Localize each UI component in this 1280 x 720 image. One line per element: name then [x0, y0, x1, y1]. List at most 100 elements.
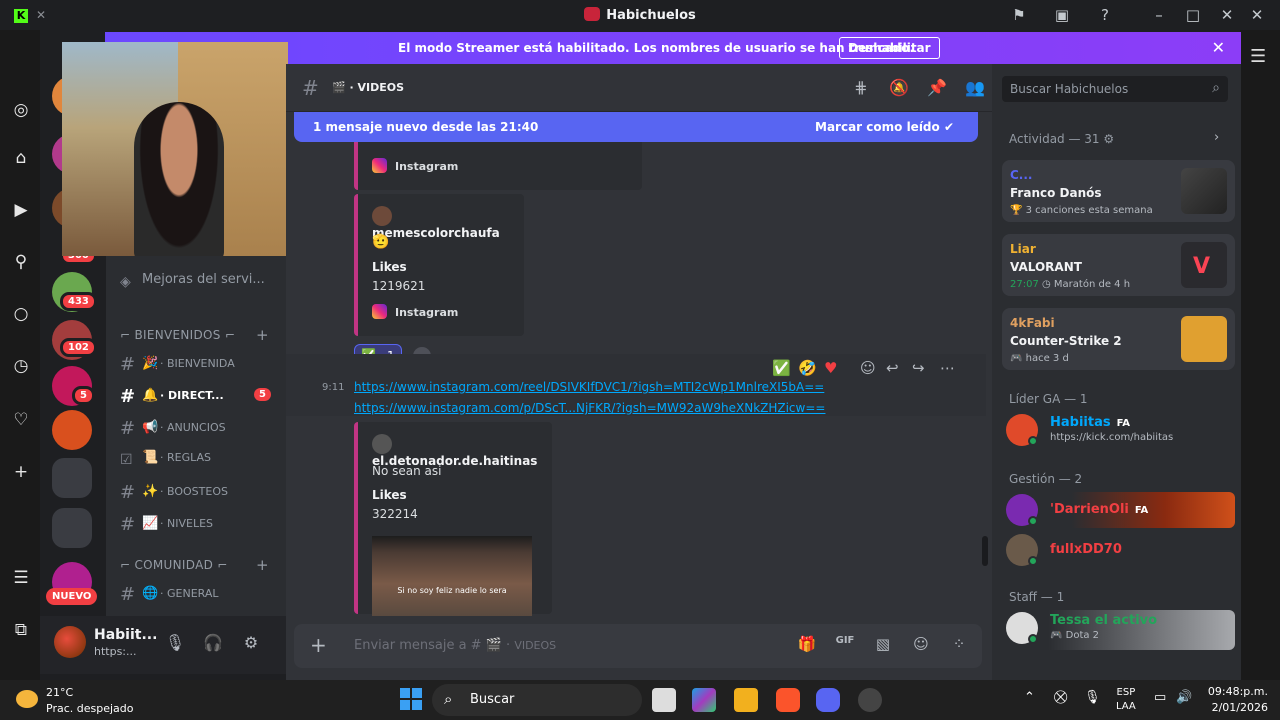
search-input[interactable]: Buscar Habichuelos ⌕	[1002, 76, 1228, 102]
activity-header[interactable]: Actividad — 31 ⚙	[1009, 132, 1114, 146]
server-folder-icon[interactable]	[52, 508, 92, 548]
language-indicator[interactable]: ESP LAA	[1116, 686, 1136, 714]
activity-sub-text: hace 3 d	[1025, 353, 1069, 364]
mark-as-read-button[interactable]: Marcar como leído ✔	[815, 120, 954, 134]
add-channel-icon[interactable]: +	[256, 326, 269, 344]
microphone-icon[interactable]: 🎙	[164, 633, 186, 655]
embed-author[interactable]: memescolorchaufa	[372, 206, 524, 240]
brave-browser-icon[interactable]	[776, 688, 800, 712]
embed-author[interactable]: el.detonador.de.haitinas	[372, 434, 552, 468]
inbox-icon[interactable]: ▣	[1051, 5, 1073, 25]
instagram-icon[interactable]: ◎	[11, 100, 31, 120]
video-thumbnail[interactable]: Si no soy feliz nadie lo sera	[372, 536, 532, 616]
activity-card[interactable]: C... Franco Danós 🏆 3 canciones esta sem…	[1002, 160, 1235, 222]
laugh-reaction-icon[interactable]: 🤣	[798, 359, 817, 377]
members-icon[interactable]: 👥	[964, 78, 986, 100]
search-icon[interactable]: ○	[11, 304, 31, 324]
taskbar-search[interactable]: ⌕ Buscar	[432, 684, 642, 716]
system-clock[interactable]: 09:48:p.m. 2/01/2026	[1208, 684, 1268, 716]
home-icon[interactable]: ⌂	[11, 148, 31, 168]
member-item[interactable]: 'DarrienOli FA	[1002, 492, 1235, 528]
close-icon[interactable]: ✕	[1212, 38, 1225, 57]
apps-icon[interactable]: ⁘	[948, 635, 970, 657]
instagram-icon	[372, 158, 387, 173]
maximize-button[interactable]: □	[1182, 5, 1204, 25]
heart-icon[interactable]: ♡	[11, 410, 31, 430]
activity-card[interactable]: 4kFabi Counter-Strike 2 🎮 hace 3 d	[1002, 308, 1235, 370]
microsoft-365-icon[interactable]	[692, 688, 716, 712]
sticker-icon[interactable]: ▧	[872, 635, 894, 657]
threads-icon[interactable]: ⋕	[850, 78, 872, 100]
history-icon[interactable]: ◷	[11, 356, 31, 376]
server-icon[interactable]	[52, 410, 92, 450]
channel-general[interactable]: # 🌐 · GENERAL	[120, 584, 280, 610]
add-icon[interactable]: +	[11, 462, 31, 482]
flag-icon[interactable]: ⚑	[1008, 5, 1030, 25]
youtube-icon[interactable]: ▶	[11, 200, 31, 220]
headphones-icon[interactable]: 🎧	[202, 633, 224, 655]
add-channel-icon[interactable]: +	[256, 556, 269, 574]
close-button[interactable]: ✕	[1216, 5, 1238, 25]
network-icon[interactable]: ⛒	[1054, 690, 1067, 705]
help-icon[interactable]: ?	[1094, 5, 1116, 25]
discord-icon[interactable]	[816, 688, 840, 712]
server-boost-item[interactable]: ◈ Mejoras del servi...	[120, 272, 280, 298]
channel-niveles[interactable]: # 📈 · NIVELES	[120, 514, 280, 540]
channel-boosteos[interactable]: # ✨ · BOOSTEOS	[120, 482, 280, 508]
heart-reaction-icon[interactable]: ♥	[824, 359, 837, 377]
windows-start-icon[interactable]	[400, 688, 422, 710]
list-icon[interactable]: ☰	[11, 568, 31, 588]
message-link[interactable]: https://www.instagram.com/reel/DSIVKIfDV…	[354, 380, 824, 394]
member-item[interactable]: fullxDD70	[1002, 532, 1235, 568]
new-messages-bar[interactable]: 1 mensaje nuevo desde las 21:40 Marcar c…	[294, 112, 978, 142]
channel-anuncios[interactable]: # 📢 · ANUNCIOS	[120, 418, 280, 444]
avatar[interactable]	[54, 626, 86, 658]
notification-bell-icon[interactable]: 🔕	[888, 78, 910, 100]
message-input[interactable]: Enviar mensaje a # 🎬 · VIDEOS	[354, 638, 556, 653]
display-icon[interactable]: ▭	[1154, 690, 1166, 705]
outer-close-icon[interactable]: ✕	[1246, 5, 1268, 25]
forward-icon[interactable]: ↪	[912, 359, 925, 377]
channel-bienvenida[interactable]: # 🎉 · BIENVENIDA	[120, 354, 280, 380]
member-item[interactable]: Habiitas FA https://kick.com/habiitas	[1002, 412, 1235, 448]
emoji-icon[interactable]: ☺	[910, 635, 932, 657]
channel-emoji: 🎬	[485, 638, 502, 653]
category-comunidad[interactable]: ⌐ COMUNIDAD ⌐ +	[120, 556, 269, 574]
activity-title: Counter-Strike 2	[1010, 334, 1122, 348]
volume-icon[interactable]: 🔊	[1176, 690, 1192, 705]
channel-header: # 🎬 · VIDEOS ⋕ 🔕 📌 👥	[286, 64, 992, 112]
gif-icon[interactable]: GIF	[834, 635, 856, 657]
app-icon[interactable]	[858, 688, 882, 712]
file-explorer-icon[interactable]	[734, 688, 758, 712]
username[interactable]: Habiit...	[94, 627, 157, 643]
category-bienvenidos[interactable]: ⌐ BIENVENIDOS ⌐ +	[120, 326, 269, 344]
chevron-up-icon[interactable]: ⌃	[1024, 690, 1035, 705]
settings-gear-icon[interactable]: ⚙	[240, 633, 262, 655]
pin-icon[interactable]: 📌	[926, 78, 948, 100]
scrollbar[interactable]	[982, 536, 988, 566]
reply-icon[interactable]: ↩	[886, 359, 899, 377]
microphone-icon[interactable]: 🎙	[1084, 690, 1101, 705]
activity-card[interactable]: Liar VALORANT 27:07 ◷ Maratón de 4 h V	[1002, 234, 1235, 296]
member-item[interactable]: Tessa el activo 🎮 Dota 2	[1002, 610, 1235, 650]
add-reaction-icon[interactable]: ☺	[860, 359, 876, 377]
disable-streamer-button[interactable]: Deshabilitar	[839, 37, 940, 59]
message-link[interactable]: https://www.instagram.com/p/DScT...NjFKR…	[354, 401, 825, 415]
check-reaction-icon[interactable]: ✅	[772, 359, 791, 377]
chevron-right-icon[interactable]: ›	[1214, 130, 1219, 145]
channel-emoji: 🔔	[142, 388, 159, 403]
server-folder-icon[interactable]	[52, 458, 92, 498]
message-input-bar[interactable]: + Enviar mensaje a # 🎬 · VIDEOS 🎁 GIF ▧ …	[294, 624, 982, 668]
menu-icon[interactable]: ☰	[1250, 46, 1266, 67]
channel-emoji: 🎬	[332, 81, 346, 94]
embed-author-name: memescolorchaufa	[372, 226, 500, 240]
minimize-button[interactable]: –	[1148, 5, 1170, 25]
gift-icon[interactable]: 🎁	[796, 635, 818, 657]
more-options-icon[interactable]: ⋯	[940, 359, 955, 377]
attach-plus-icon[interactable]: +	[310, 633, 327, 657]
channel-direct[interactable]: # 🔔 · DIRECT... 5	[120, 386, 280, 412]
pin-icon[interactable]: ⚲	[11, 252, 31, 272]
task-view-icon[interactable]	[652, 688, 676, 712]
extensions-icon[interactable]: ⧉	[11, 620, 31, 640]
channel-reglas[interactable]: ☑ 📜 · REGLAS	[120, 450, 280, 476]
